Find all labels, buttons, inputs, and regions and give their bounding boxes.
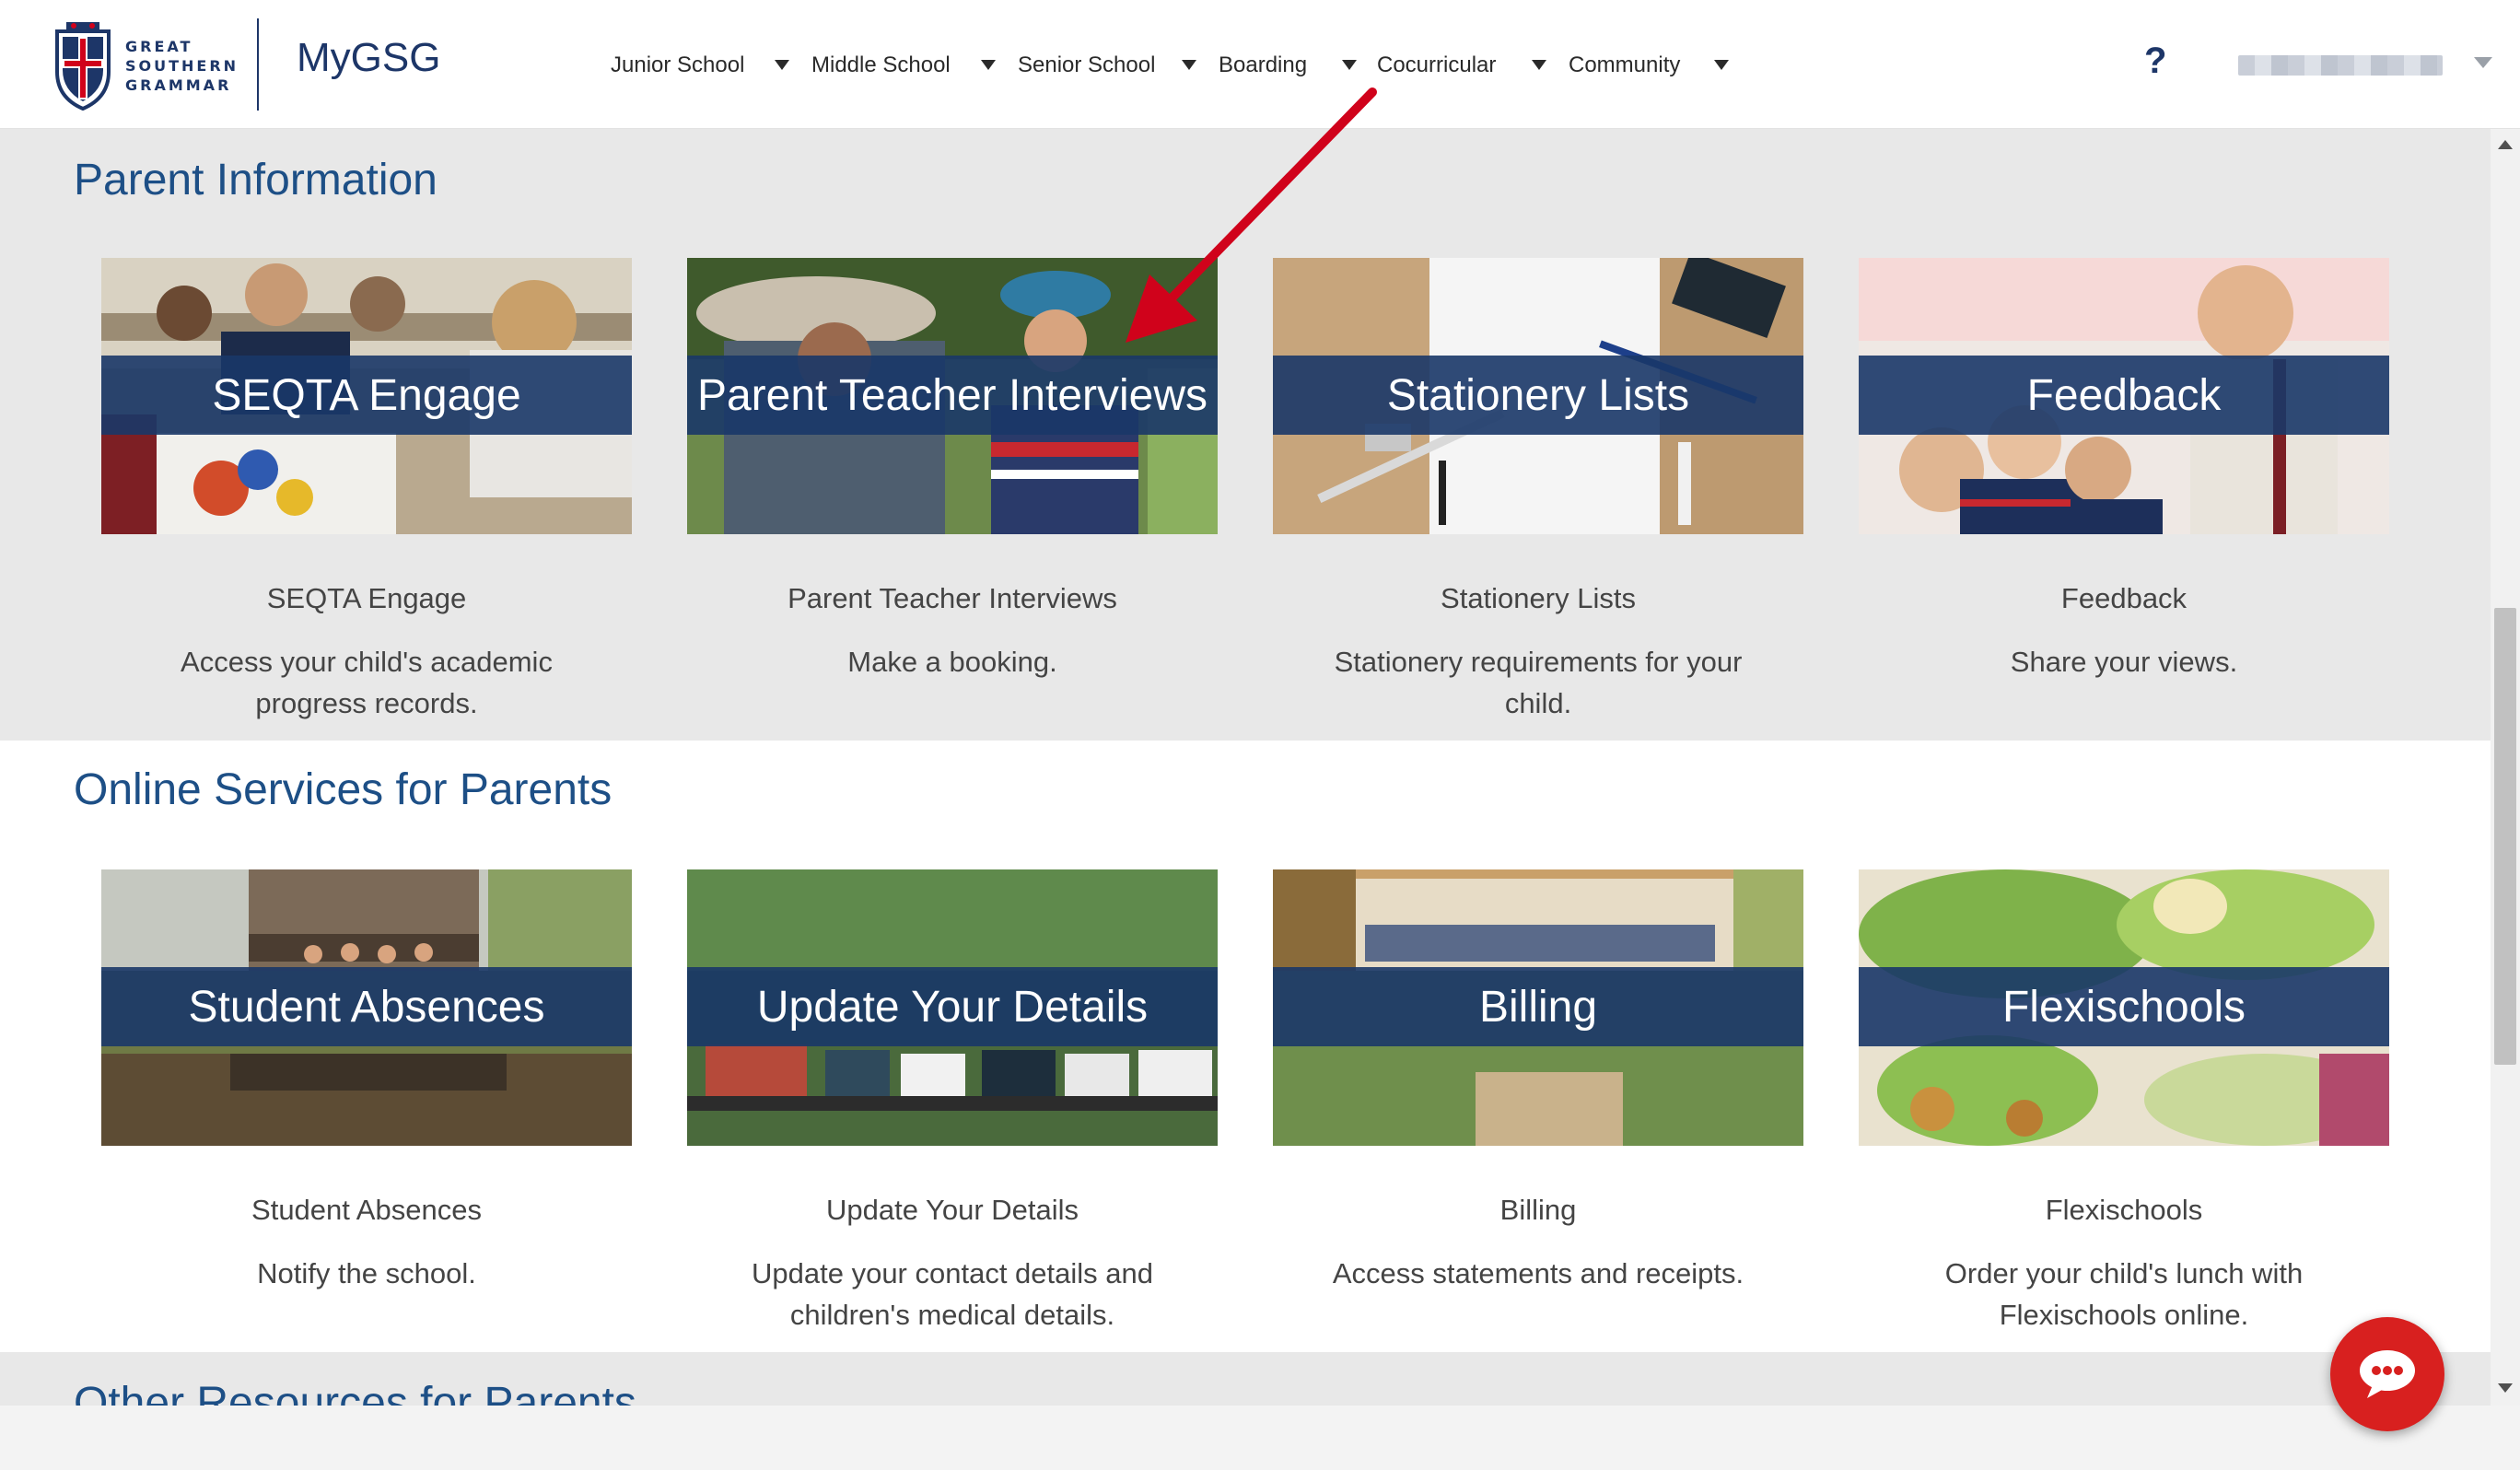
card-image[interactable]: Update Your Details [687, 869, 1218, 1146]
card-description: Share your views. [2010, 646, 2238, 678]
card-description: Update your contact details and children… [752, 1257, 1153, 1331]
card-banner[interactable]: Flexischools [1859, 967, 2389, 1046]
card-banner[interactable]: SEQTA Engage [101, 356, 632, 435]
scroll-down-icon[interactable] [2498, 1383, 2513, 1393]
card-description: Access your child's academic progress re… [181, 646, 553, 719]
card-banner[interactable]: Billing [1273, 967, 1803, 1046]
card-image[interactable]: Flexischools [1859, 869, 2389, 1146]
card-description: Stationery requirements for your child. [1334, 646, 1743, 719]
section-online-services: Online Services for Parents Student Abse… [0, 741, 2491, 1352]
card-image[interactable]: Feedback [1859, 258, 2389, 534]
nav-junior-school[interactable]: Junior School [611, 52, 744, 79]
section-title: Online Services for Parents [74, 765, 612, 814]
card-description: Notify the school. [257, 1257, 476, 1289]
card-image[interactable]: SEQTA Engage [101, 258, 632, 534]
user-name-redacted[interactable] [2238, 55, 2443, 76]
chat-bubble-icon [2360, 1350, 2415, 1398]
card-title[interactable]: Student Absences [101, 1194, 632, 1227]
caret-down-icon[interactable] [981, 60, 996, 70]
help-icon[interactable]: ? [2144, 41, 2166, 82]
nav-boarding[interactable]: Boarding [1219, 52, 1307, 79]
card-banner[interactable]: Feedback [1859, 356, 2389, 435]
card-title[interactable]: Update Your Details [687, 1194, 1218, 1227]
nav-cocurricular[interactable]: Cocurricular [1377, 52, 1496, 79]
chat-button[interactable] [2330, 1317, 2444, 1431]
section-title: Parent Information [74, 156, 438, 204]
caret-down-icon[interactable] [775, 60, 789, 70]
caret-down-icon[interactable] [1714, 60, 1729, 70]
section-other-resources: Other Resources for Parents [0, 1352, 2491, 1406]
card-title[interactable]: Flexischools [1859, 1194, 2389, 1227]
footer-strip [0, 1406, 2520, 1470]
card-image[interactable]: Student Absences [101, 869, 632, 1146]
caret-down-icon[interactable] [1342, 60, 1357, 70]
scroll-thumb[interactable] [2494, 608, 2516, 1065]
card-title[interactable]: Billing [1273, 1194, 1803, 1227]
card-image[interactable]: Billing [1273, 869, 1803, 1146]
section-parent-information: Parent Information SEQTA Engage SEQTA En… [0, 129, 2491, 741]
card-title[interactable]: Stationery Lists [1273, 582, 1803, 615]
caret-down-icon[interactable] [1532, 60, 1546, 70]
card-image[interactable]: Stationery Lists [1273, 258, 1803, 534]
site-header: GREAT SOUTHERN GRAMMAR MyGSG Junior Scho… [0, 0, 2520, 129]
card-description: Make a booking. [847, 646, 1057, 678]
nav-community[interactable]: Community [1569, 52, 1680, 79]
vertical-scrollbar[interactable] [2491, 129, 2520, 1406]
card-banner[interactable]: Stationery Lists [1273, 356, 1803, 435]
card-banner[interactable]: Parent Teacher Interviews [687, 356, 1218, 435]
card-title[interactable]: Parent Teacher Interviews [687, 582, 1218, 615]
brand-divider [257, 18, 259, 111]
card-banner[interactable]: Update Your Details [687, 967, 1218, 1046]
card-description: Access statements and receipts. [1332, 1257, 1744, 1289]
chevron-down-icon[interactable] [2474, 57, 2492, 68]
card-description: Order your child's lunch with Flexischoo… [1944, 1257, 2304, 1331]
brand-title[interactable]: MyGSG [297, 35, 440, 81]
nav-senior-school[interactable]: Senior School [1018, 52, 1155, 79]
caret-down-icon[interactable] [1182, 60, 1196, 70]
scroll-up-icon[interactable] [2498, 140, 2513, 149]
card-title[interactable]: SEQTA Engage [101, 582, 632, 615]
card-image[interactable]: Parent Teacher Interviews [687, 258, 1218, 534]
card-title[interactable]: Feedback [1859, 582, 2389, 615]
section-title: Other Resources for Parents [74, 1379, 636, 1406]
school-name: GREAT SOUTHERN GRAMMAR [125, 38, 239, 94]
card-banner[interactable]: Student Absences [101, 967, 632, 1046]
school-crest-logo[interactable] [53, 18, 112, 111]
nav-middle-school[interactable]: Middle School [811, 52, 951, 79]
